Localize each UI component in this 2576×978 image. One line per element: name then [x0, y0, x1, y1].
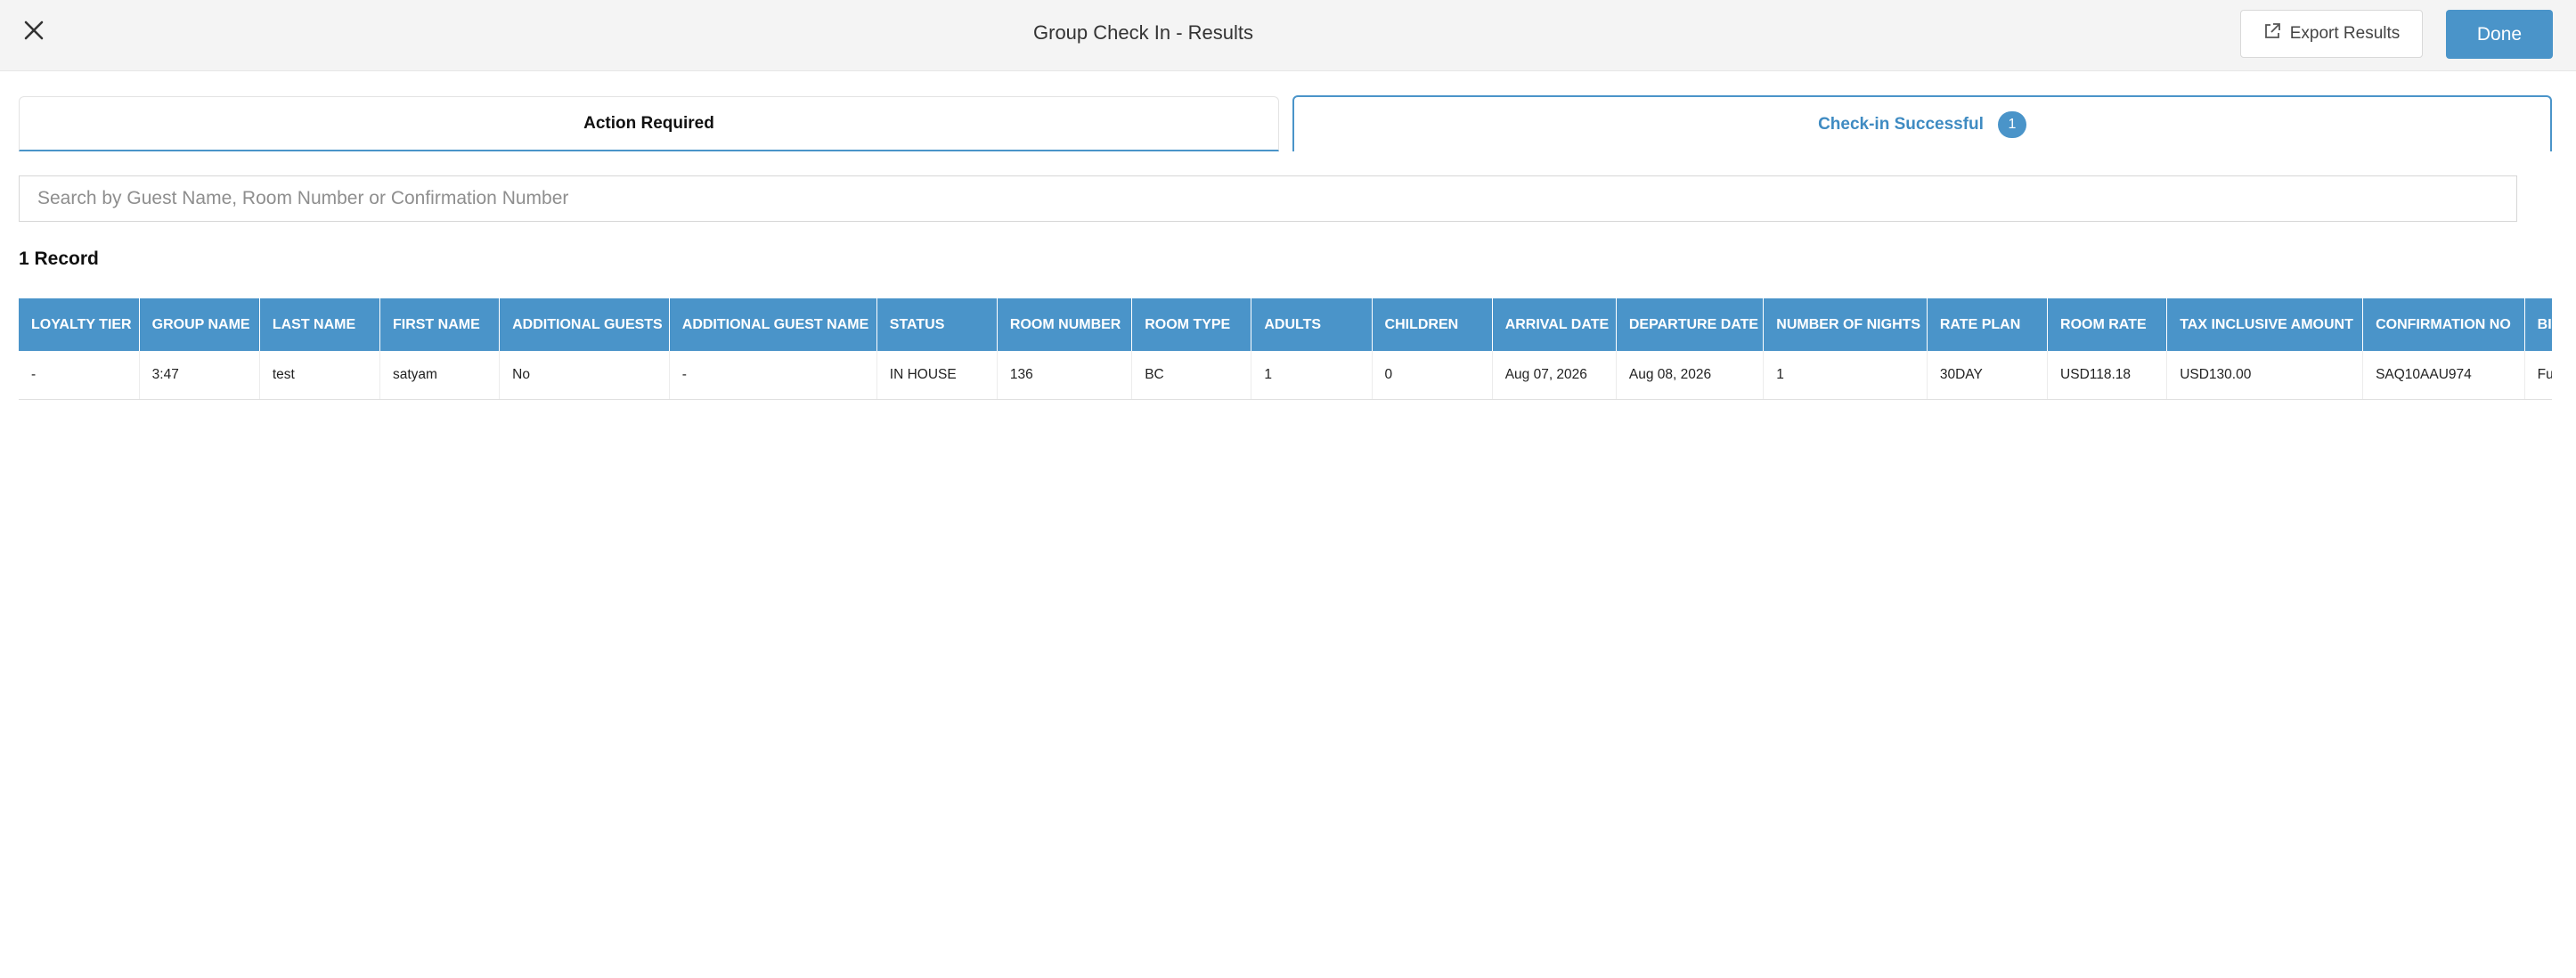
column-header-confirmation-no[interactable]: CONFIRMATION NO: [2362, 298, 2525, 351]
external-link-icon: [2263, 22, 2281, 45]
cell-confirmation-no: SAQ10AAU974: [2362, 351, 2525, 400]
record-count: 1 Record: [19, 249, 99, 269]
tab-check-in-successful[interactable]: Check-in Successful 1: [1292, 95, 2552, 151]
cell-room-type: BC: [1131, 351, 1252, 400]
column-header-group-name[interactable]: GROUP NAME: [139, 298, 260, 351]
cell-room-number: 136: [997, 351, 1133, 400]
cell-number-of-nights: 1: [1763, 351, 1928, 400]
cell-status: IN HOUSE: [876, 351, 998, 400]
table-header-row: LOYALTY TIER GROUP NAME LAST NAME FIRST …: [19, 298, 2552, 351]
tab-label: Check-in Successful: [1818, 114, 1984, 134]
cell-adults: 1: [1251, 351, 1373, 400]
column-header-room-type[interactable]: ROOM TYPE: [1131, 298, 1252, 351]
page-title: Group Check In - Results: [1033, 21, 1253, 44]
table-row[interactable]: - 3:47 test satyam No - IN HOUSE 136 BC …: [19, 351, 2552, 400]
column-header-status[interactable]: STATUS: [876, 298, 998, 351]
tab-action-required[interactable]: Action Required: [19, 96, 1279, 151]
cell-last-name: test: [259, 351, 380, 400]
cell-departure-date: Aug 08, 2026: [1616, 351, 1765, 400]
column-header-number-of-nights[interactable]: NUMBER OF NIGHTS: [1763, 298, 1928, 351]
cell-rate-plan: 30DAY: [1927, 351, 2049, 400]
cell-arrival-date: Aug 07, 2026: [1492, 351, 1617, 400]
cell-billing: Full Comp: [2524, 351, 2552, 400]
cell-additional-guests: No: [499, 351, 670, 400]
column-header-room-rate[interactable]: ROOM RATE: [2047, 298, 2168, 351]
top-bar: Group Check In - Results Export Results …: [0, 0, 2576, 71]
column-header-additional-guests[interactable]: ADDITIONAL GUESTS: [499, 298, 670, 351]
done-button[interactable]: Done: [2446, 10, 2553, 59]
column-header-additional-guest-name[interactable]: ADDITIONAL GUEST NAME: [669, 298, 877, 351]
column-header-billing[interactable]: BILLING: [2524, 298, 2552, 351]
column-header-adults[interactable]: ADULTS: [1251, 298, 1373, 351]
column-header-departure-date[interactable]: DEPARTURE DATE: [1616, 298, 1765, 351]
column-header-arrival-date[interactable]: ARRIVAL DATE: [1492, 298, 1617, 351]
cell-loyalty-tier: -: [19, 351, 140, 400]
column-header-rate-plan[interactable]: RATE PLAN: [1927, 298, 2049, 351]
export-results-button[interactable]: Export Results: [2240, 10, 2423, 58]
tab-label: Action Required: [583, 113, 714, 133]
cell-tax-inclusive-amount: USD130.00: [2166, 351, 2364, 400]
column-header-first-name[interactable]: FIRST NAME: [379, 298, 501, 351]
search-input[interactable]: [19, 175, 2517, 222]
column-header-room-number[interactable]: ROOM NUMBER: [997, 298, 1133, 351]
cell-additional-guest-name: -: [669, 351, 877, 400]
cell-group-name: 3:47: [139, 351, 260, 400]
cell-children: 0: [1372, 351, 1493, 400]
count-badge: 1: [1997, 110, 2026, 138]
column-header-last-name[interactable]: LAST NAME: [259, 298, 380, 351]
column-header-children[interactable]: CHILDREN: [1372, 298, 1493, 351]
column-header-loyalty-tier[interactable]: LOYALTY TIER: [19, 298, 140, 351]
results-table-container[interactable]: LOYALTY TIER GROUP NAME LAST NAME FIRST …: [19, 298, 2552, 401]
column-header-tax-inclusive-amount[interactable]: TAX INCLUSIVE AMOUNT: [2166, 298, 2364, 351]
cell-room-rate: USD118.18: [2047, 351, 2168, 400]
export-results-label: Export Results: [2289, 24, 2401, 43]
cell-first-name: satyam: [379, 351, 501, 400]
results-table: LOYALTY TIER GROUP NAME LAST NAME FIRST …: [19, 298, 2552, 400]
